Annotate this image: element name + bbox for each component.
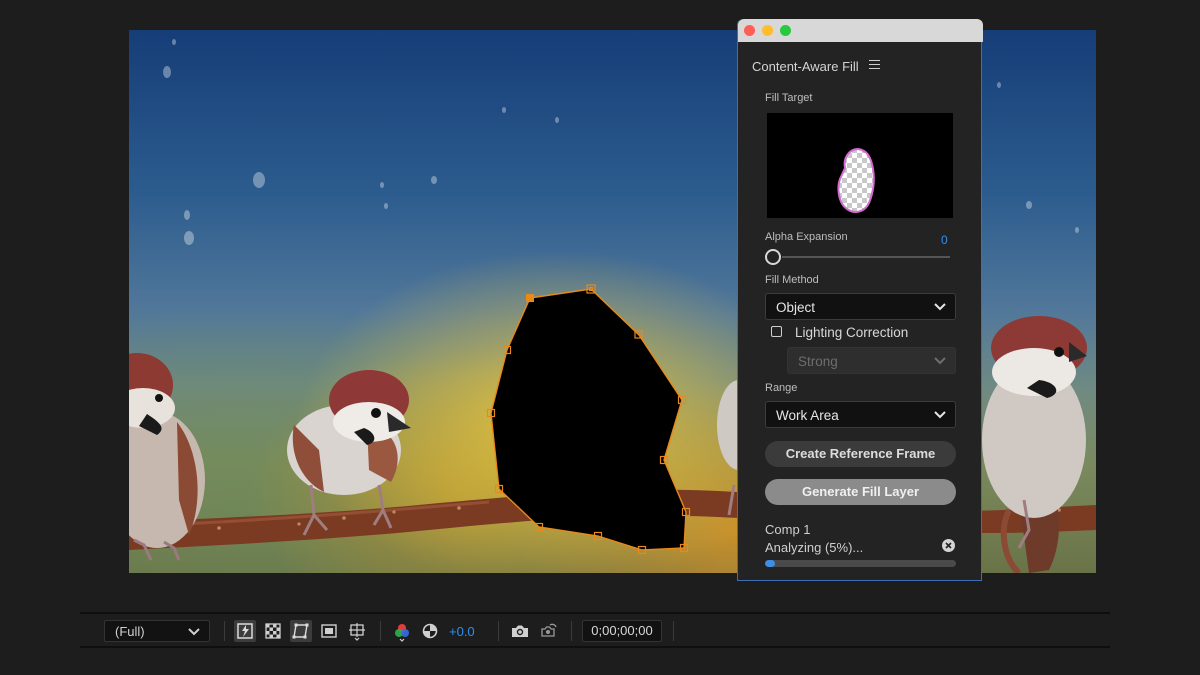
minimize-window-button[interactable]	[762, 25, 773, 36]
chevron-down-icon	[188, 628, 200, 636]
fill-target-preview	[767, 113, 953, 218]
reset-exposure-icon[interactable]	[419, 620, 441, 642]
range-label: Range	[765, 382, 798, 394]
grid-guides-icon[interactable]	[346, 620, 368, 642]
mask-path-visibility-icon[interactable]	[290, 620, 312, 642]
fill-method-label: Fill Method	[765, 274, 819, 286]
fill-target-shape	[837, 147, 875, 213]
alpha-expansion-label: Alpha Expansion	[765, 231, 848, 243]
chevron-down-icon	[934, 303, 946, 311]
zoom-window-button[interactable]	[780, 25, 791, 36]
toolbar-top-border	[80, 612, 1110, 614]
fast-previews-icon[interactable]	[234, 620, 256, 642]
range-value: Work Area	[776, 408, 839, 423]
panel-menu-icon[interactable]	[869, 60, 880, 70]
alpha-expansion-slider-track[interactable]	[782, 256, 950, 258]
analysis-progress-fill	[765, 560, 775, 567]
current-time-display[interactable]: 0;00;00;00	[582, 620, 662, 642]
range-dropdown[interactable]: Work Area	[765, 401, 956, 428]
region-of-interest-icon[interactable]	[318, 620, 340, 642]
analysis-status: Analyzing (5%)...	[765, 540, 864, 555]
lighting-correction-checkbox[interactable]	[771, 326, 782, 337]
toolbar-bottom-border	[80, 646, 1110, 648]
resolution-value: (Full)	[115, 624, 145, 639]
mask-first-vertex[interactable]	[526, 294, 534, 302]
lighting-strength-dropdown: Strong	[787, 347, 956, 374]
cancel-analysis-icon[interactable]	[942, 539, 955, 552]
fill-method-dropdown[interactable]: Object	[765, 293, 956, 320]
panel-titlebar[interactable]	[738, 19, 983, 42]
lighting-correction-label[interactable]: Lighting Correction	[795, 325, 908, 340]
snapshot-camera-icon[interactable]	[509, 620, 531, 642]
resolution-dropdown[interactable]: (Full)	[104, 620, 210, 642]
create-reference-frame-button[interactable]: Create Reference Frame	[765, 441, 956, 467]
fill-target-label: Fill Target	[765, 92, 813, 104]
alpha-expansion-slider-knob[interactable]	[765, 249, 781, 265]
comp-name: Comp 1	[765, 522, 811, 537]
panel-title: Content-Aware Fill	[752, 59, 859, 74]
bird-right	[982, 316, 1087, 573]
alpha-expansion-value[interactable]: 0	[941, 233, 948, 247]
show-snapshot-icon[interactable]	[537, 620, 559, 642]
lighting-strength-value: Strong	[798, 354, 838, 369]
exposure-value[interactable]: +0.0	[449, 624, 475, 639]
color-channels-icon[interactable]	[391, 620, 413, 642]
fill-method-value: Object	[776, 300, 816, 315]
close-window-button[interactable]	[744, 25, 755, 36]
content-aware-fill-panel: Content-Aware Fill Fill Target Alpha Exp…	[737, 19, 983, 581]
chevron-down-icon	[934, 411, 946, 419]
generate-fill-layer-button[interactable]: Generate Fill Layer	[765, 479, 956, 505]
chevron-down-icon	[934, 357, 946, 365]
analysis-progress-bar	[765, 560, 956, 567]
transparency-grid-icon[interactable]	[262, 620, 284, 642]
